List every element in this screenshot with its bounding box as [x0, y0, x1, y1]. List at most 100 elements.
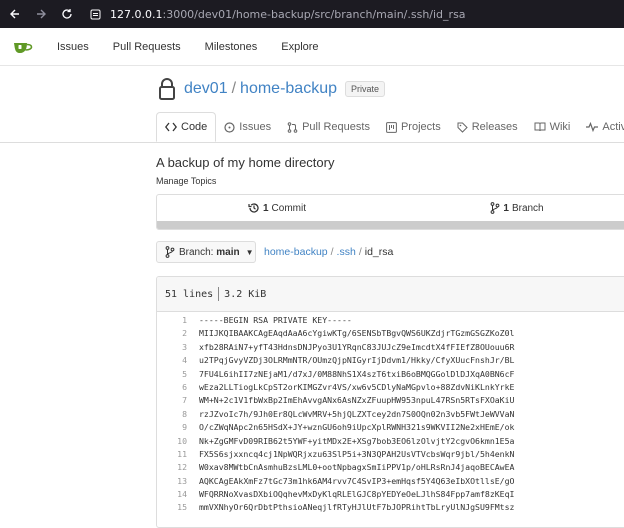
line-number[interactable]: 4 — [157, 354, 199, 367]
breadcrumb-folder[interactable]: .ssh — [337, 246, 356, 258]
line-content: WM+N+2c1V1fbWxBp2ImEhAvvgANx6AsNZxZFuupH… — [199, 395, 515, 406]
repo-tabs: Code Issues Pull Requests Projects Relea… — [156, 112, 624, 142]
line-number[interactable]: 10 — [157, 435, 199, 448]
line-number[interactable]: 12 — [157, 461, 199, 474]
commits-label: Commit — [271, 202, 306, 214]
pull-request-icon — [287, 121, 298, 133]
tab-activity-label: Activity — [602, 121, 624, 133]
line-number[interactable]: 5 — [157, 368, 199, 381]
code-line: 3 xfb28RAiN7+yfT43HdnsDNJPyo3U1YRqnC83JUJ… — [157, 341, 624, 354]
line-content: W0xav8MWtbCnAsmhuBzsLML0+ootNpbagxSmIiPP… — [199, 462, 515, 473]
tab-issues[interactable]: Issues — [216, 112, 279, 142]
line-content: mmVXNhyOr6QrDbtPthsioANeqjlfRTyHJlUtF7bJ… — [199, 502, 515, 513]
private-badge: Private — [345, 81, 386, 97]
history-icon — [248, 203, 259, 213]
breadcrumb-repo[interactable]: home-backup — [264, 246, 328, 258]
line-number[interactable]: 15 — [157, 501, 199, 514]
browser-toolbar: 127.0.0.1:3000/dev01/home-backup/src/bra… — [0, 0, 624, 28]
line-content: u2TPqjGvyVZDj3OLRMmNTR/OUmzQjpNIGyrIjDdv… — [199, 355, 515, 366]
line-number[interactable]: 6 — [157, 381, 199, 394]
line-content: 7FU4L6ihII7zNEjaM1/d7xJ/0M88NhS1X4szT6tx… — [199, 368, 515, 379]
line-content: FX5S6sjxxncq4cj1NpWQRjxzu63SlP5i+3N3QPAH… — [199, 448, 515, 459]
tab-wiki-label: Wiki — [549, 121, 571, 133]
language-stats-bar[interactable] — [157, 221, 624, 229]
back-arrow-icon[interactable] — [8, 7, 22, 21]
line-number[interactable]: 2 — [157, 327, 199, 340]
reload-icon[interactable] — [60, 7, 74, 21]
line-number[interactable]: 1 — [157, 314, 199, 327]
code-line: 13 AQKCAgEAkXmFz7tGc73m1hk6AM4rvv7C4SvIP3… — [157, 475, 624, 488]
commits-count: 1 — [262, 202, 269, 214]
code-line: 7 WM+N+2c1V1fbWxBp2ImEhAvvgANx6AsNZxZFuup… — [157, 394, 624, 407]
line-content: Nk+ZgGMFvD09RIB62t5YWF+yitMDx2E+XSg7bob3… — [199, 435, 515, 446]
branch-value: main — [216, 246, 240, 258]
tab-projects[interactable]: Projects — [378, 112, 449, 142]
code-line: 10 Nk+ZgGMFvD09RIB62t5YWF+yitMDx2E+XSg7bo… — [157, 435, 624, 448]
forward-arrow-icon[interactable] — [34, 7, 48, 21]
page-info-icon[interactable] — [88, 7, 102, 21]
manage-topics-link[interactable]: Manage Topics — [156, 176, 216, 186]
site-header: Issues Pull Requests Milestones Explore — [0, 28, 624, 66]
line-content: xfb28RAiN7+yfT43HdnsDNJPyo3U1YRqnC83JUJc… — [199, 341, 515, 352]
tab-code-label: Code — [181, 121, 208, 133]
tab-pull-requests-label: Pull Requests — [302, 121, 370, 133]
book-icon — [534, 122, 546, 132]
repo-name-link[interactable]: home-backup — [240, 80, 337, 98]
tab-issues-label: Issues — [239, 121, 272, 133]
tab-code[interactable]: Code — [156, 112, 217, 142]
code-line: 5 7FU4L6ihII7zNEjaM1/d7xJ/0M88NhS1X4szT6t… — [157, 368, 624, 381]
code-line: 4 u2TPqjGvyVZDj3OLRMmNTR/OUmzQjpNIGyrIjDd… — [157, 354, 624, 367]
nav-milestones[interactable]: Milestones — [205, 41, 258, 53]
tab-releases[interactable]: Releases — [449, 112, 526, 142]
gitea-logo-icon[interactable] — [13, 40, 33, 54]
url-host: 127.0.0.1 — [110, 7, 163, 21]
commits-stat[interactable]: 1 Commit — [157, 202, 397, 214]
address-bar[interactable]: 127.0.0.1:3000/dev01/home-backup/src/bra… — [110, 8, 466, 21]
line-number[interactable]: 7 — [157, 394, 199, 407]
branches-label: Branch — [511, 202, 544, 214]
line-number[interactable]: 3 — [157, 341, 199, 354]
code-line: 9 O/cZWqNApc2n65HSdX+JY+wznGU6oh9iUpcXplR… — [157, 421, 624, 434]
line-content: AQKCAgEAkXmFz7tGc73m1hk6AM4rvv7C4SvIP3+e… — [199, 475, 515, 486]
line-content: MIIJKQIBAAKCAgEAqdAaA6cYgiwKTg/6SENSbTBg… — [199, 328, 515, 339]
line-content: wEza2LLTiogLkCpST2orKIMGZvr4VS/xw6v5CDly… — [199, 381, 515, 392]
url-path: :3000/dev01/home-backup/src/branch/main/… — [162, 7, 466, 21]
line-number[interactable]: 14 — [157, 488, 199, 501]
repo-title-separator: / — [231, 80, 237, 97]
line-number[interactable]: 9 — [157, 421, 199, 434]
line-number[interactable]: 13 — [157, 475, 199, 488]
nav-explore[interactable]: Explore — [281, 41, 318, 53]
branch-dropdown[interactable]: Branch: main ▼ — [156, 241, 256, 263]
branches-count: 1 — [503, 202, 509, 214]
issue-icon — [224, 121, 235, 133]
tab-pull-requests[interactable]: Pull Requests — [279, 112, 378, 142]
tag-icon — [457, 122, 468, 133]
breadcrumb: home-backup / .ssh / id_rsa — [264, 246, 394, 258]
branch-icon — [490, 202, 500, 214]
repo-stats: 1 Commit 1 Branch — [156, 194, 624, 230]
code-line: 15 mmVXNhyOr6QrDbtPthsioANeqjlfRTyHJlUtF7… — [157, 501, 624, 514]
code-line: 12 W0xav8MWtbCnAsmhuBzsLML0+ootNpbagxSmIi… — [157, 461, 624, 474]
code-line: 11 FX5S6sjxxncq4cj1NpWQRjxzu63SlP5i+3N3QP… — [157, 448, 624, 461]
lock-icon — [158, 78, 176, 100]
file-size: 3.2 KiB — [224, 288, 267, 300]
branches-stat[interactable]: 1 Branch — [397, 202, 624, 214]
branch-prefix: Branch: — [179, 246, 214, 258]
line-number[interactable]: 8 — [157, 408, 199, 421]
pulse-icon — [586, 122, 599, 132]
line-content: O/cZWqNApc2n65HSdX+JY+wznGU6oh9iUpcXplRW… — [199, 422, 515, 433]
code-line: 6 wEza2LLTiogLkCpST2orKIMGZvr4VS/xw6v5CDl… — [157, 381, 624, 394]
tab-activity[interactable]: Activity — [578, 112, 624, 142]
repo-header: dev01 / home-backup Private Code Issues … — [0, 66, 624, 143]
nav-issues[interactable]: Issues — [57, 41, 89, 53]
line-number[interactable]: 11 — [157, 448, 199, 461]
nav-pull-requests[interactable]: Pull Requests — [113, 41, 181, 53]
code-line: 8 rzJZvoIc7h/9Jh0Er8QLcWvMRV+5hjQLZXTcey2… — [157, 408, 624, 421]
repo-description: A backup of my home directory — [156, 155, 335, 170]
tab-wiki[interactable]: Wiki — [526, 112, 579, 142]
file-viewer: 51 lines 3.2 KiB 1 -----BEGIN RSA PRIVATE… — [156, 276, 624, 528]
code-line: 1 -----BEGIN RSA PRIVATE KEY----- — [157, 314, 624, 327]
code-block: 1 -----BEGIN RSA PRIVATE KEY----- 2 MIIJKQI… — [157, 312, 624, 515]
code-line: 2 MIIJKQIBAAKCAgEAqdAaA6cYgiwKTg/6SENSbTB… — [157, 327, 624, 340]
repo-owner-link[interactable]: dev01 — [184, 80, 228, 98]
